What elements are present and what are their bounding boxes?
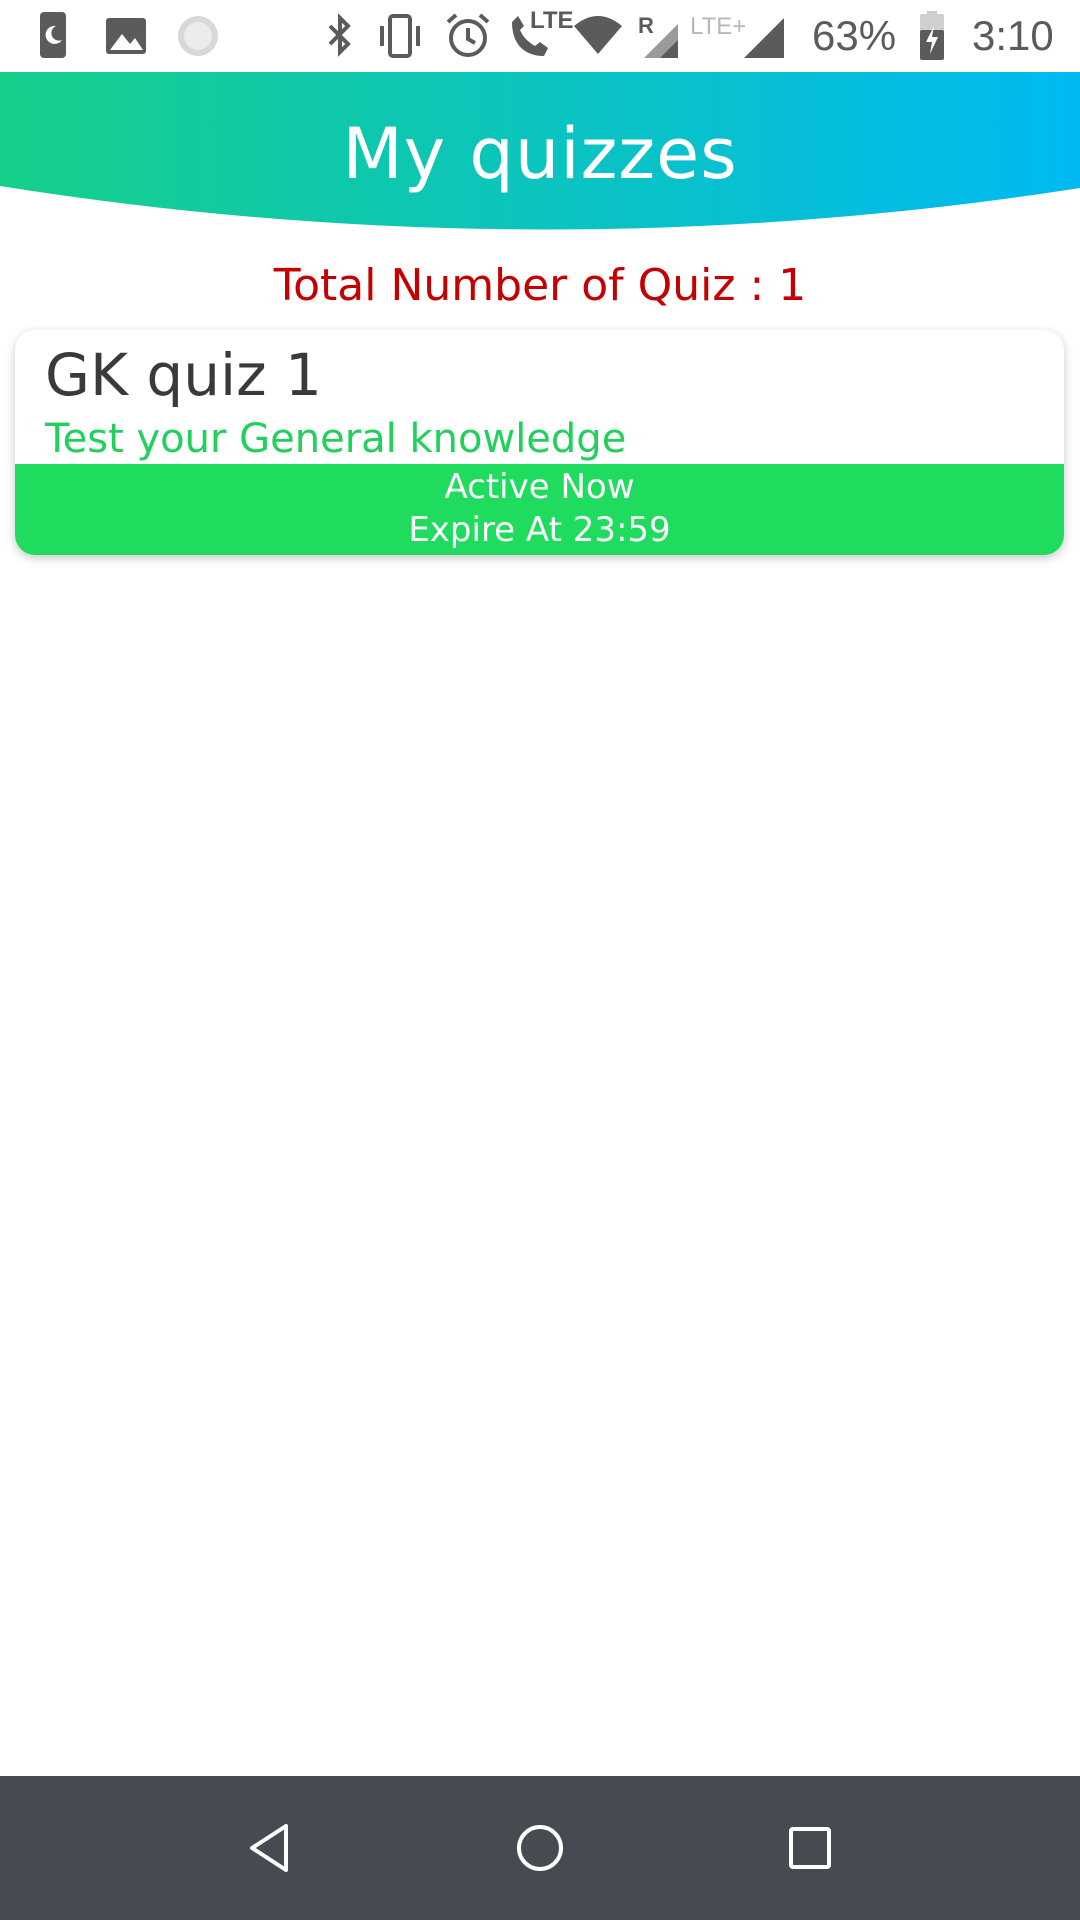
bluetooth-icon [328, 13, 351, 57]
recents-icon[interactable] [774, 1812, 846, 1884]
app-header: My quizzes [0, 72, 1080, 232]
vibrate-icon [380, 14, 420, 58]
quiz-description: Test your General knowledge [45, 416, 627, 462]
quiz-status-banner: Active Now Expire At 23:59 [15, 464, 1064, 555]
battery-charging-icon [920, 11, 944, 60]
alarm-icon [446, 13, 490, 57]
battery-percent: 63% [812, 12, 897, 59]
total-quiz-count: Total Number of Quiz : 1 [273, 260, 807, 311]
screen: LTE R LTE+ 63% 3:10 My quizzes Total Num… [0, 0, 1080, 1920]
loading-icon [178, 16, 218, 56]
system-nav-bar [0, 1776, 1080, 1920]
quiz-title: GK quiz 1 [45, 341, 322, 409]
image-icon [106, 18, 146, 54]
wifi-icon [574, 16, 622, 54]
quiz-card[interactable]: GK quiz 1 Test your General knowledge Ac… [15, 330, 1064, 555]
signal-icon [644, 24, 678, 58]
back-icon[interactable] [234, 1812, 306, 1884]
status-bar: LTE R LTE+ 63% 3:10 [0, 0, 1080, 72]
quiz-expiry-label: Expire At 23:59 [408, 510, 671, 550]
home-icon[interactable] [504, 1812, 576, 1884]
clock: 3:10 [972, 12, 1054, 59]
signal-icon [744, 18, 784, 58]
moon-icon [40, 12, 66, 58]
page-title: My quizzes [342, 113, 738, 195]
lte-label: LTE [530, 7, 574, 34]
lte-plus-label: LTE+ [690, 13, 747, 40]
quiz-status-label: Active Now [444, 467, 635, 507]
